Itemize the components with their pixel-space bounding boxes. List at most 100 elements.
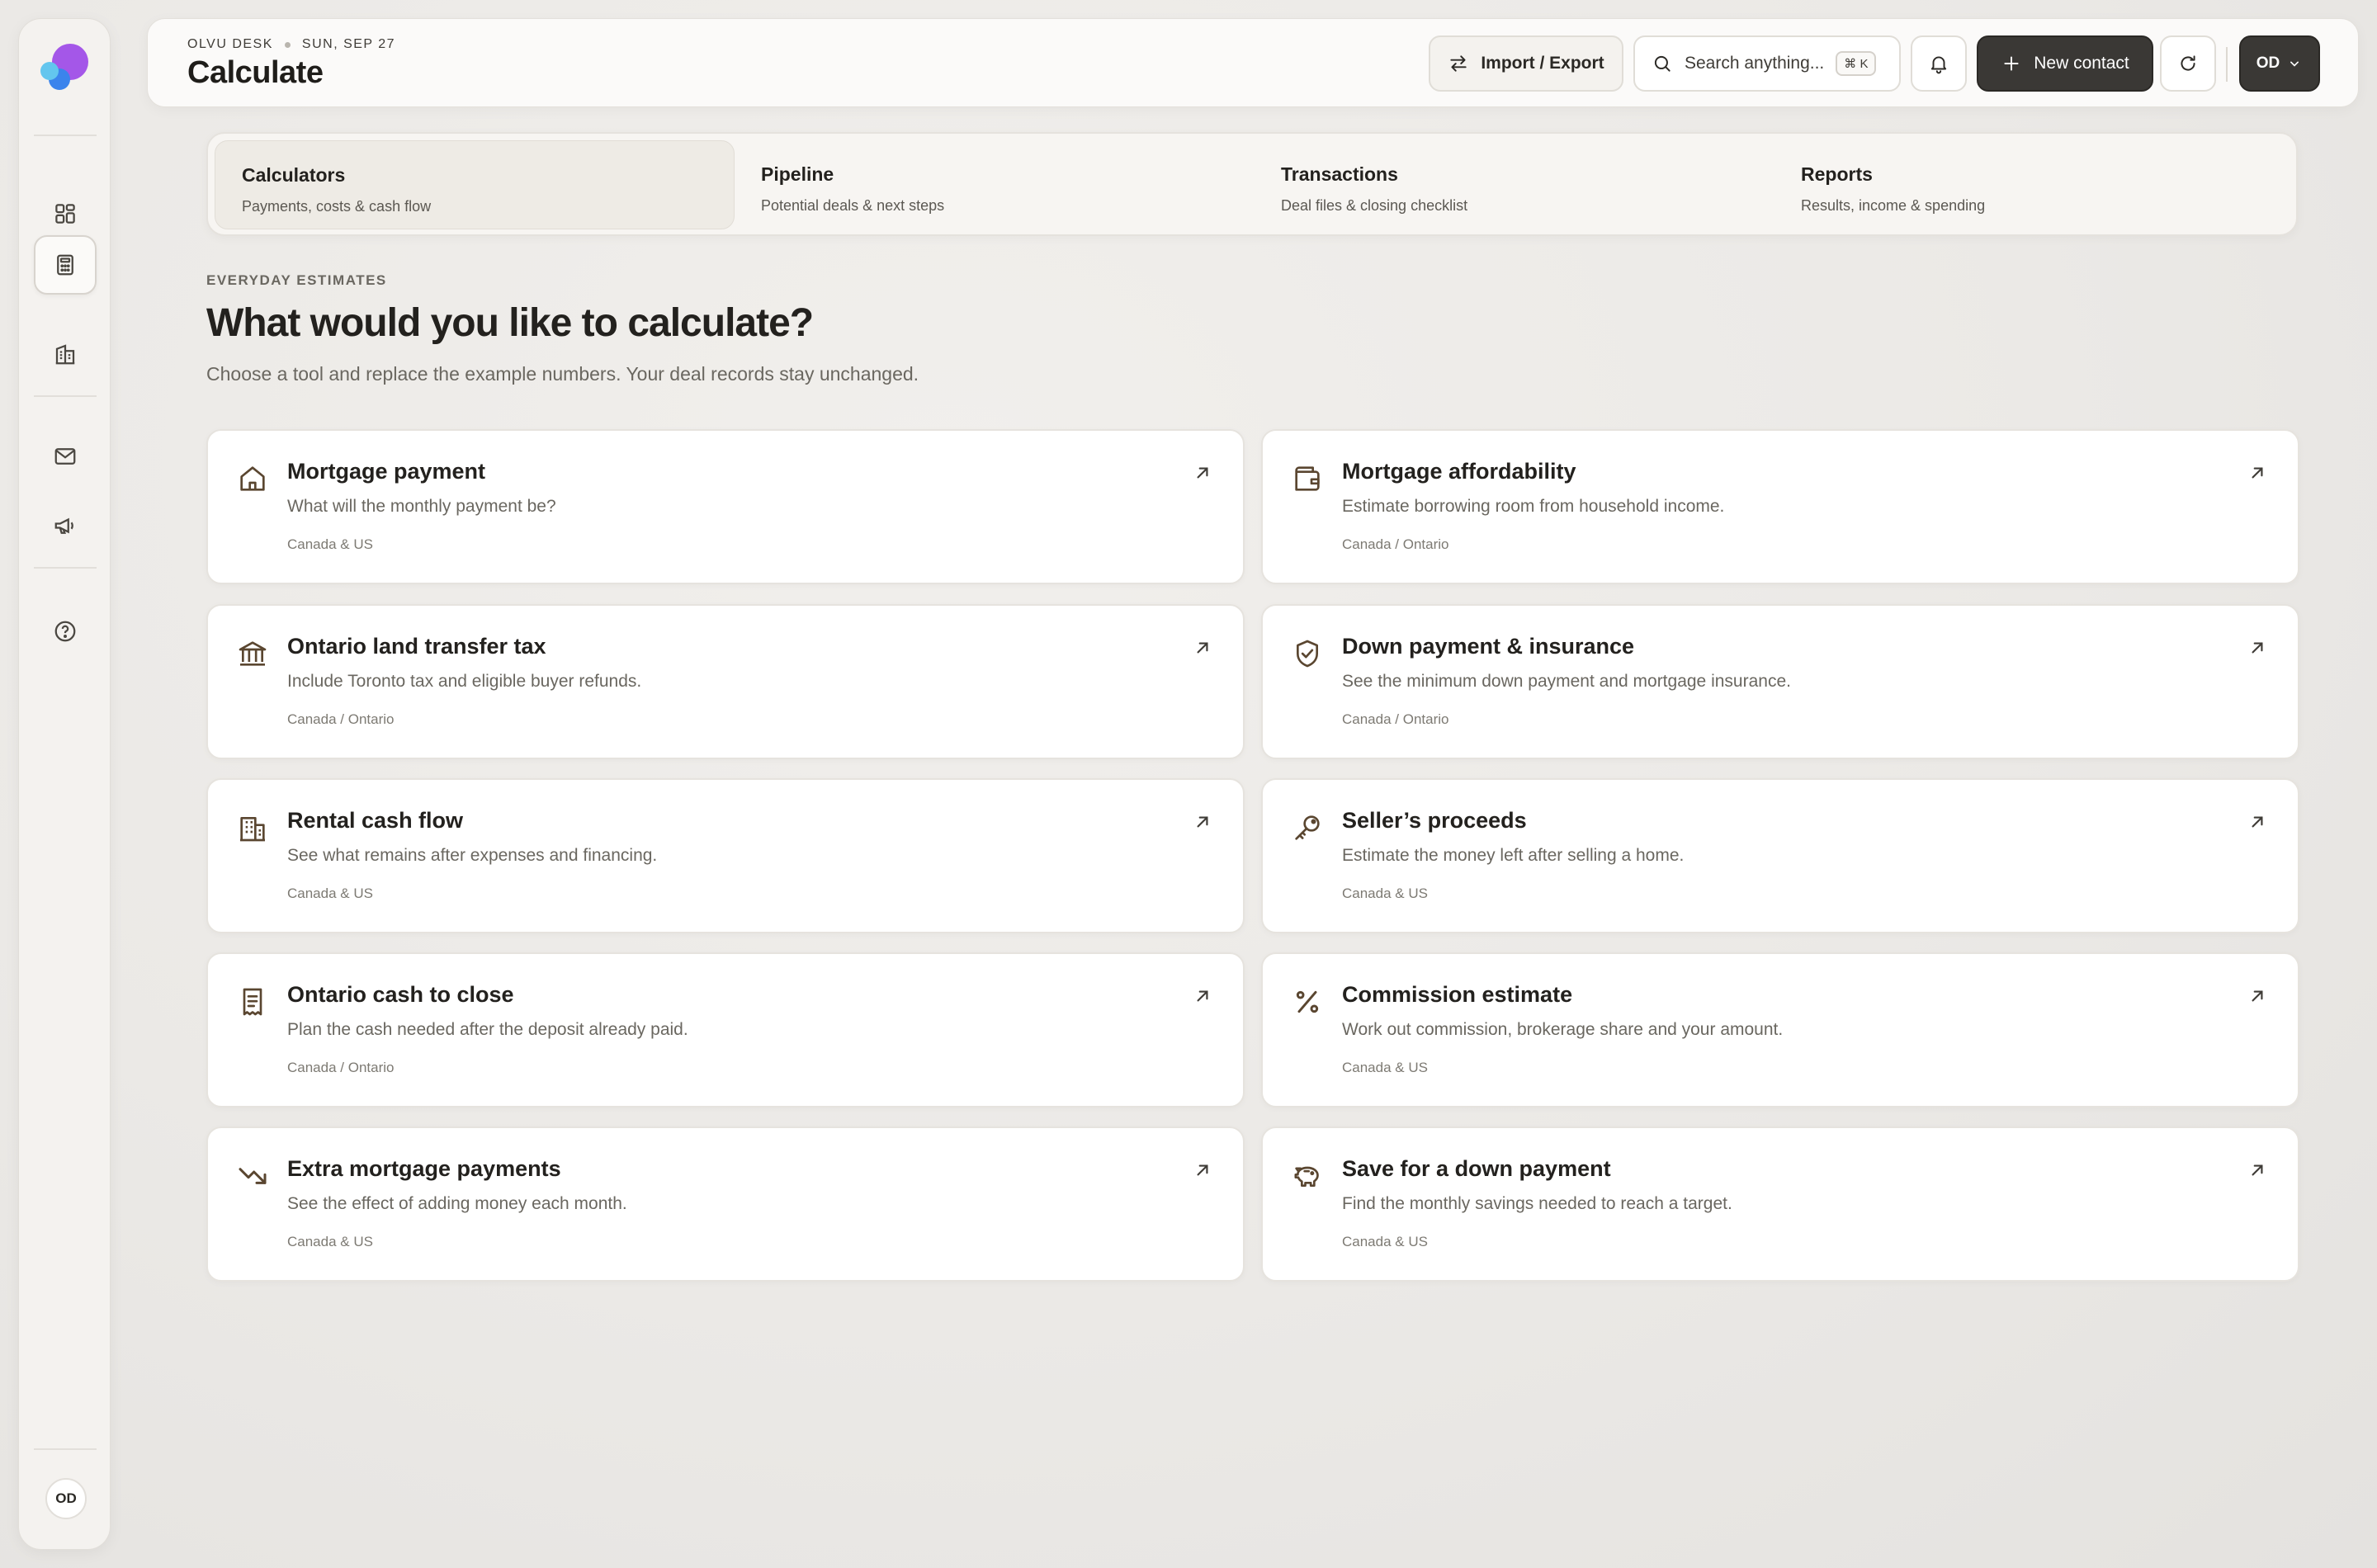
card-title: Commission estimate [1342,982,1573,1007]
trending-down-icon [239,1168,267,1184]
card-region: Canada & US [1342,1060,1428,1075]
card-region: Canada & US [1342,886,1428,901]
arrow-up-right-icon [1197,816,1208,828]
page-title: Calculate [187,55,324,90]
sidebar-divider [34,1448,97,1450]
calculator-icon [57,254,73,276]
sidebar-user-avatar[interactable]: OD [45,1478,87,1519]
card-description: See the minimum down payment and mortgag… [1342,672,1791,691]
receipt-icon [243,988,262,1016]
home-icon [240,466,265,491]
section-tabs: Calculators Payments, costs & cash flow … [206,132,2298,236]
user-initials: OD [2256,54,2280,72]
chevron-down-icon [2290,61,2299,67]
calculator-card-mortgage-affordability[interactable]: Mortgage affordability Estimate borrowin… [1261,429,2299,584]
tab-subtitle: Deal files & closing checklist [1281,197,1468,214]
swap-arrows-icon [1450,55,1467,72]
import-export-button[interactable]: Import / Export [1429,35,1623,92]
tab-calculators[interactable]: Calculators Payments, costs & cash flow [215,140,735,229]
card-region: Canada / Ontario [1342,536,1449,552]
tab-pipeline[interactable]: Pipeline Potential deals & next steps [735,140,1255,229]
sidebar-item-marketing[interactable] [34,496,97,555]
refresh-button[interactable] [2160,35,2216,92]
arrow-up-right-icon [1197,642,1208,654]
notifications-button[interactable] [1911,35,1967,92]
search-input[interactable]: Search anything... ⌘ K [1633,35,1901,92]
calculator-card-land-transfer-tax[interactable]: Ontario land transfer tax Include Toront… [206,604,1245,759]
tab-title: Calculators [242,164,346,186]
sidebar: OD [18,18,111,1550]
sidebar-item-help[interactable] [34,602,97,661]
arrow-up-right-icon [2252,642,2263,654]
tab-subtitle: Potential deals & next steps [761,197,945,214]
card-description: Estimate borrowing room from household i… [1342,497,1725,516]
arrow-up-right-icon [1197,990,1208,1002]
new-contact-button[interactable]: New contact [1977,35,2153,92]
arrow-up-right-icon [2252,467,2263,479]
arrow-up-right-icon [1197,1164,1208,1176]
arrow-up-right-icon [2252,990,2263,1002]
card-description: What will the monthly payment be? [287,497,556,516]
help-circle-icon [54,621,76,642]
calculator-card-extra-mortgage-payments[interactable]: Extra mortgage payments See the effect o… [206,1126,1245,1282]
breadcrumb: OLVU DESK SUN, SEP 27 [187,37,395,52]
card-region: Canada / Ontario [1342,711,1449,727]
card-region: Canada / Ontario [287,1060,395,1075]
calculator-card-save-down-payment[interactable]: Save for a down payment Find the monthly… [1261,1126,2299,1282]
sidebar-item-calculate[interactable] [34,235,97,295]
refresh-icon [2181,55,2195,71]
card-title: Down payment & insurance [1342,634,1635,659]
calculator-card-commission-estimate[interactable]: Commission estimate Work out commission,… [1261,952,2299,1108]
sidebar-item-mail[interactable] [34,427,97,486]
tab-title: Transactions [1281,163,1398,185]
card-title: Mortgage payment [287,459,486,484]
arrow-up-right-icon [2252,1164,2263,1176]
sidebar-item-properties[interactable] [34,324,97,384]
card-title: Ontario land transfer tax [287,634,546,659]
section-title: What would you like to calculate? [206,301,814,345]
calculator-card-sellers-proceeds[interactable]: Seller’s proceeds Estimate the money lef… [1261,778,2299,933]
header-divider [2226,47,2228,82]
card-title: Rental cash flow [287,808,464,833]
calculator-card-rental-cash-flow[interactable]: Rental cash flow See what remains after … [206,778,1245,933]
search-icon [1654,55,1671,72]
search-shortcut-badge: ⌘ K [1836,51,1877,76]
sidebar-divider [34,135,97,136]
current-date: SUN, SEP 27 [301,37,396,51]
calculator-card-cash-to-close[interactable]: Ontario cash to close Plan the cash need… [206,952,1245,1108]
card-description: Find the monthly savings needed to reach… [1342,1194,1732,1213]
piggy-bank-icon [1294,1166,1319,1187]
apartment-icon [240,817,265,842]
bell-icon [1930,56,1947,74]
tab-subtitle: Results, income & spending [1801,197,1986,214]
card-title: Ontario cash to close [287,982,514,1007]
key-icon [1295,815,1320,840]
dashboard-grid-icon [55,204,75,224]
section-description: Choose a tool and replace the example nu… [206,363,919,385]
card-region: Canada / Ontario [287,711,395,727]
sidebar-divider [34,395,97,397]
calculator-card-down-payment-insurance[interactable]: Down payment & insurance See the minimum… [1261,604,2299,759]
user-menu-button[interactable]: OD [2239,35,2320,92]
card-title: Mortgage affordability [1342,459,1576,484]
card-title: Save for a down payment [1342,1156,1611,1181]
calculator-card-mortgage-payment[interactable]: Mortgage payment What will the monthly p… [206,429,1245,584]
percent-icon [1296,990,1319,1013]
app-logo[interactable] [40,44,90,93]
arrow-up-right-icon [2252,816,2263,828]
search-placeholder: Search anything... [1685,54,1825,73]
card-description: Include Toronto tax and eligible buyer r… [287,672,642,691]
mail-icon [54,448,76,465]
card-description: Work out commission, brokerage share and… [1342,1020,1784,1039]
tab-transactions[interactable]: Transactions Deal files & closing checkl… [1255,140,1774,229]
bank-icon [239,641,267,666]
shield-check-icon [1297,640,1318,668]
new-contact-label: New contact [2034,54,2129,73]
card-region: Canada & US [287,886,373,901]
section-eyebrow: EVERYDAY ESTIMATES [206,272,387,288]
separator-dot [284,41,291,48]
tab-reports[interactable]: Reports Results, income & spending [1774,140,2294,229]
plus-icon [2004,56,2019,71]
sidebar-divider [34,567,97,569]
megaphone-icon [54,517,73,534]
